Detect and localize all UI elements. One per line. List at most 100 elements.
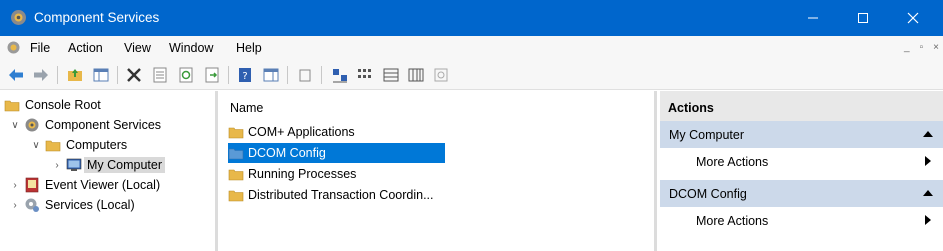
help-button[interactable]: ? bbox=[236, 66, 254, 84]
list-item-label: Running Processes bbox=[248, 167, 357, 181]
forward-button[interactable] bbox=[32, 66, 50, 84]
detail-view-button[interactable] bbox=[407, 66, 425, 84]
actions-section-dcom-config[interactable]: DCOM Config bbox=[660, 180, 943, 207]
menu-bar: File Action View Window Help _ ▫ × bbox=[0, 36, 943, 60]
up-one-level-button[interactable] bbox=[66, 66, 84, 84]
forward-arrow-icon bbox=[34, 69, 48, 81]
large-icons-icon bbox=[333, 69, 347, 83]
actions-section-my-computer[interactable]: My Computer bbox=[660, 121, 943, 148]
component-services-icon bbox=[24, 117, 40, 133]
toolbar-separator bbox=[287, 66, 288, 84]
event-viewer-icon bbox=[24, 177, 40, 193]
tree-item-my-computer[interactable]: › My Computer bbox=[52, 155, 166, 175]
toolbar-separator bbox=[228, 66, 229, 84]
delete-x-icon bbox=[127, 68, 141, 82]
tree-item-label: Event Viewer (Local) bbox=[45, 178, 161, 192]
tree-item-component-services[interactable]: ∨ Component Services bbox=[10, 115, 161, 135]
folder-up-icon bbox=[68, 69, 82, 81]
console-tree-pane: Console Root ∨ Component Services ∨ Comp… bbox=[0, 91, 218, 251]
refresh-button[interactable] bbox=[177, 66, 195, 84]
title-bar: Component Services bbox=[0, 0, 943, 36]
back-button[interactable] bbox=[7, 66, 25, 84]
small-icons-icon bbox=[358, 69, 371, 78]
properties-icon bbox=[153, 67, 167, 83]
tree-item-event-viewer[interactable]: › Event Viewer (Local) bbox=[10, 175, 160, 195]
list-item-label: Distributed Transaction Coordin... bbox=[248, 188, 434, 202]
submenu-arrow-icon bbox=[925, 215, 931, 225]
computer-icon bbox=[66, 157, 82, 173]
more-actions-dcom-config[interactable]: More Actions bbox=[660, 207, 943, 233]
minimize-button[interactable] bbox=[788, 0, 838, 36]
tree-item-label: Console Root bbox=[25, 98, 101, 112]
chevron-right-icon[interactable]: › bbox=[10, 200, 20, 211]
folder-icon bbox=[228, 187, 244, 203]
actions-pane: Actions My Computer More Actions DCOM Co… bbox=[660, 91, 943, 251]
document-menu-icon[interactable] bbox=[6, 40, 21, 55]
window-title: Component Services bbox=[34, 10, 160, 25]
chevron-right-icon[interactable]: › bbox=[52, 160, 62, 171]
help-icon: ? bbox=[239, 68, 251, 82]
list-item-com-applications[interactable]: COM+ Applications bbox=[228, 122, 445, 142]
detail-view-icon bbox=[408, 68, 424, 82]
folder-icon bbox=[228, 166, 244, 182]
folder-icon bbox=[4, 97, 20, 113]
list-item-dcom-config[interactable]: DCOM Config bbox=[228, 143, 445, 163]
collapse-triangle-icon[interactable] bbox=[923, 131, 933, 137]
close-icon bbox=[907, 12, 919, 24]
refresh-icon bbox=[179, 67, 193, 83]
folder-icon bbox=[228, 124, 244, 140]
tree-item-services[interactable]: › Services (Local) bbox=[10, 195, 135, 215]
chevron-right-icon[interactable]: › bbox=[10, 180, 20, 191]
actions-section-title: My Computer bbox=[669, 128, 745, 142]
folder-icon bbox=[228, 145, 244, 161]
list-item-distributed-transaction-coordinator[interactable]: Distributed Transaction Coordin... bbox=[228, 185, 445, 205]
configure-button[interactable] bbox=[432, 66, 450, 84]
menu-file[interactable]: File bbox=[30, 41, 50, 55]
chevron-down-icon[interactable]: ∨ bbox=[10, 120, 20, 131]
tree-item-computers[interactable]: ∨ Computers bbox=[31, 135, 127, 155]
list-item-label: COM+ Applications bbox=[248, 125, 355, 139]
toolbar-separator bbox=[57, 66, 58, 84]
toolbar-separator bbox=[321, 66, 322, 84]
list-item-running-processes[interactable]: Running Processes bbox=[228, 164, 445, 184]
configure-icon bbox=[434, 68, 448, 82]
delete-button[interactable] bbox=[125, 66, 143, 84]
menu-window[interactable]: Window bbox=[169, 41, 213, 55]
more-actions-label: More Actions bbox=[696, 155, 769, 169]
menu-help[interactable]: Help bbox=[236, 41, 262, 55]
maximize-button[interactable] bbox=[838, 0, 888, 36]
tree-item-label: Computers bbox=[66, 138, 128, 152]
mdi-restore-button[interactable]: ▫ bbox=[920, 42, 924, 53]
mdi-close-button[interactable]: × bbox=[933, 42, 939, 53]
tree-item-label: Component Services bbox=[45, 118, 162, 132]
menu-view[interactable]: View bbox=[124, 41, 151, 55]
export-list-button[interactable] bbox=[203, 66, 221, 84]
column-header-name[interactable]: Name bbox=[221, 91, 657, 121]
svg-text:?: ? bbox=[242, 71, 247, 82]
stop-service-button[interactable] bbox=[296, 66, 314, 84]
toolbar: ? bbox=[0, 60, 943, 90]
mdi-controls: _ ▫ × bbox=[904, 42, 939, 53]
close-button[interactable] bbox=[888, 0, 938, 36]
more-actions-my-computer[interactable]: More Actions bbox=[660, 148, 943, 174]
list-view-button[interactable] bbox=[382, 66, 400, 84]
chevron-down-icon[interactable]: ∨ bbox=[31, 140, 41, 151]
show-hide-action-pane-button[interactable] bbox=[262, 66, 280, 84]
minimize-icon bbox=[808, 17, 818, 19]
submenu-arrow-icon bbox=[925, 156, 931, 166]
mdi-minimize-button[interactable]: _ bbox=[904, 42, 910, 53]
collapse-triangle-icon[interactable] bbox=[923, 190, 933, 196]
tree-item-label: My Computer bbox=[84, 157, 166, 173]
component-services-icon bbox=[10, 9, 27, 26]
large-icons-view-button[interactable] bbox=[331, 66, 349, 84]
stop-icon bbox=[299, 69, 311, 82]
action-pane-icon bbox=[263, 68, 279, 82]
properties-button[interactable] bbox=[151, 66, 169, 84]
list-view-icon bbox=[383, 68, 399, 82]
small-icons-view-button[interactable] bbox=[356, 66, 374, 84]
menu-action[interactable]: Action bbox=[68, 41, 103, 55]
show-hide-console-tree-button[interactable] bbox=[92, 66, 110, 84]
services-gear-icon bbox=[24, 197, 40, 213]
tree-item-console-root[interactable]: Console Root bbox=[4, 95, 101, 115]
export-icon bbox=[205, 67, 219, 83]
